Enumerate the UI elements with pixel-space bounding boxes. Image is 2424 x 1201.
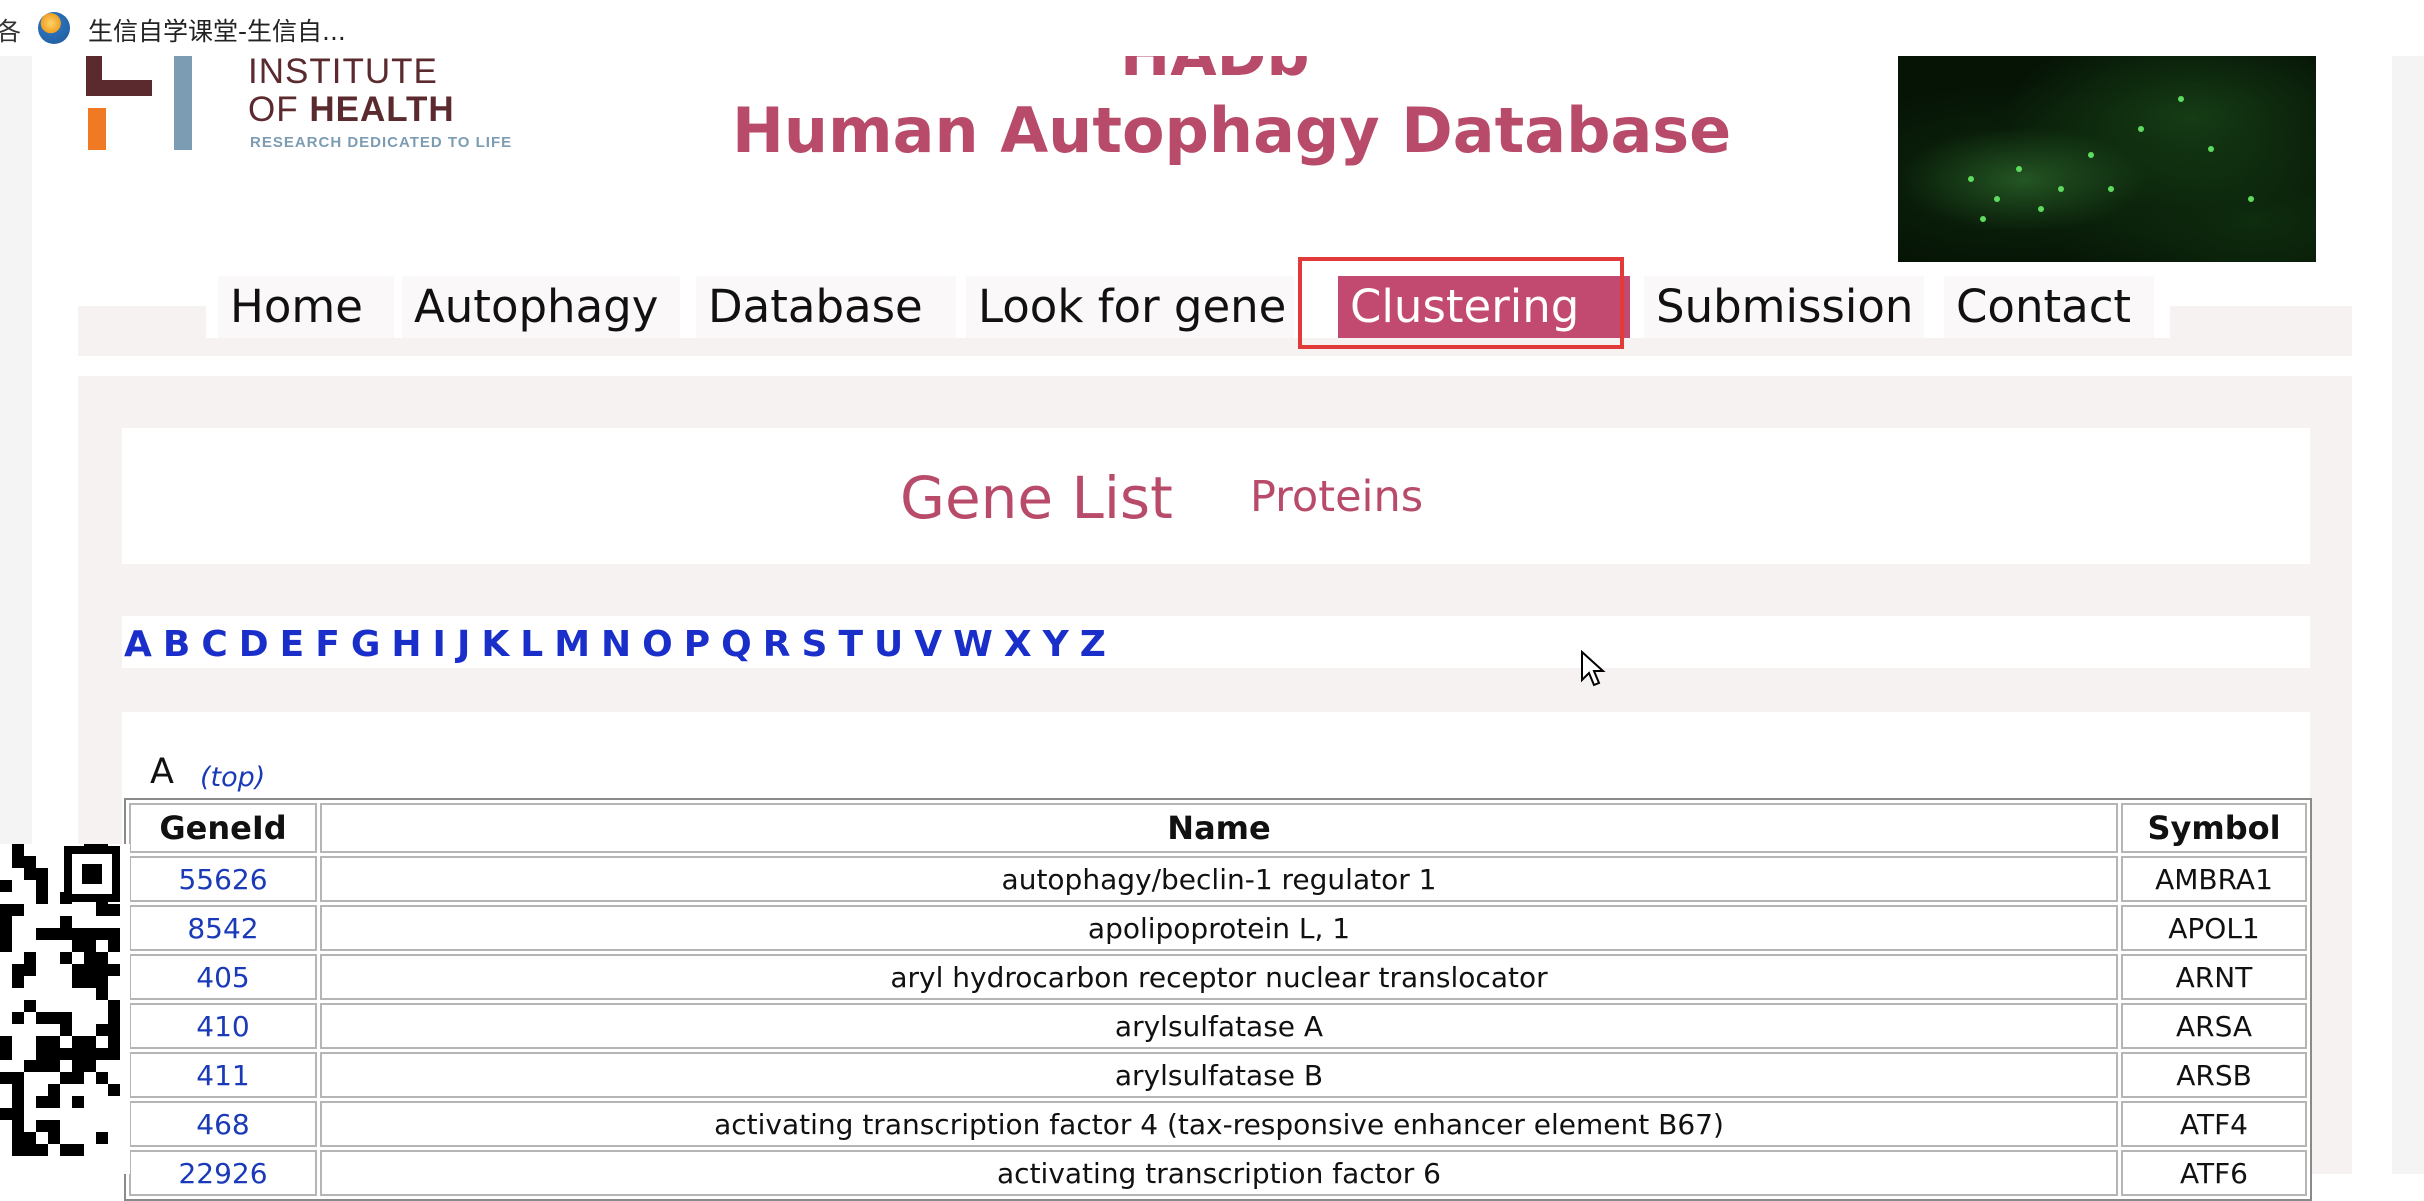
alphabet-link[interactable]: T xyxy=(838,624,863,665)
bookmarks-bar: 各 生信自学课堂-生信自... xyxy=(0,0,2424,57)
alphabet-link[interactable]: B xyxy=(163,624,190,665)
table-row: 410 arylsulfatase A ARSA xyxy=(129,1003,2307,1049)
gene-name: arylsulfatase B xyxy=(320,1052,2118,1098)
alphabet-index: ABCDEFGHIJKLMNOPQRSTUVWXYZ xyxy=(124,620,1117,668)
mouse-cursor-icon xyxy=(1581,650,1606,687)
alphabet-link[interactable]: C xyxy=(201,624,227,665)
alphabet-link[interactable]: W xyxy=(953,624,993,665)
table-row: 411 arylsulfatase B ARSB xyxy=(129,1052,2307,1098)
alphabet-link[interactable]: V xyxy=(914,624,942,665)
alphabet-link[interactable]: P xyxy=(684,624,710,665)
bookmark-item[interactable]: 生信自学课堂-生信自... xyxy=(88,12,346,48)
alphabet-link[interactable]: G xyxy=(351,624,381,665)
gene-name: activating transcription factor 4 (tax-r… xyxy=(320,1101,2118,1147)
nav-look-for-gene[interactable]: Look for gene xyxy=(966,276,1294,338)
logo-text-prefix: OF xyxy=(248,90,299,129)
alphabet-link[interactable]: D xyxy=(239,624,269,665)
alphabet-link[interactable]: E xyxy=(280,624,305,665)
alphabet-link[interactable]: F xyxy=(315,624,340,665)
gene-id-link[interactable]: 411 xyxy=(129,1052,317,1098)
main-nav: Home Autophagy Database Look for gene Cl… xyxy=(206,276,2170,338)
top-link[interactable]: (top) xyxy=(200,762,265,793)
logo-tagline: RESEARCH DEDICATED TO LIFE xyxy=(250,134,513,151)
nav-database[interactable]: Database xyxy=(696,276,956,338)
gene-id-link[interactable]: 410 xyxy=(129,1003,317,1049)
section-letter: A xyxy=(150,752,174,792)
table-row: 468 activating transcription factor 4 (t… xyxy=(129,1101,2307,1147)
alphabet-link[interactable]: Y xyxy=(1043,624,1069,665)
gene-table: GeneId Name Symbol 55626 autophagy/becli… xyxy=(124,798,2312,1201)
proteins-link[interactable]: Proteins xyxy=(1250,472,1423,522)
nav-contact[interactable]: Contact xyxy=(1944,276,2154,338)
alphabet-link[interactable]: M xyxy=(554,624,590,665)
alphabet-link[interactable]: Z xyxy=(1080,624,1106,665)
annotation-highlight-box xyxy=(1298,257,1624,349)
gene-symbol: ATF6 xyxy=(2121,1150,2307,1196)
table-row: 405 aryl hydrocarbon receptor nuclear tr… xyxy=(129,954,2307,1000)
logo-text-line2: OF HEALTH xyxy=(248,90,455,130)
gene-symbol: ARSA xyxy=(2121,1003,2307,1049)
gene-name: apolipoprotein L, 1 xyxy=(320,905,2118,951)
gene-id-link[interactable]: 22926 xyxy=(129,1150,317,1196)
logo-mark xyxy=(174,56,192,150)
table-header-row: GeneId Name Symbol xyxy=(129,803,2307,853)
alphabet-link[interactable]: O xyxy=(642,624,673,665)
gene-name: arylsulfatase A xyxy=(320,1003,2118,1049)
alphabet-link[interactable]: Q xyxy=(721,624,752,665)
alphabet-link[interactable]: K xyxy=(481,624,509,665)
gene-symbol: ARSB xyxy=(2121,1052,2307,1098)
page-title: Gene List xyxy=(900,464,1173,532)
logo-mark xyxy=(86,80,152,96)
microscopy-image xyxy=(1898,56,2316,262)
bookmark-fragment[interactable]: 各 xyxy=(0,12,21,48)
header-symbol[interactable]: Symbol xyxy=(2121,803,2307,853)
logo-mark xyxy=(88,108,106,150)
gene-id-link[interactable]: 55626 xyxy=(129,856,317,902)
gene-id-link[interactable]: 8542 xyxy=(129,905,317,951)
header-name[interactable]: Name xyxy=(320,803,2118,853)
table-row: 22926 activating transcription factor 6 … xyxy=(129,1150,2307,1196)
header-geneid[interactable]: GeneId xyxy=(129,803,317,853)
qr-code-icon xyxy=(0,844,130,1174)
logo-text-bold: HEALTH xyxy=(309,90,455,129)
logo-text-line1: INSTITUTE xyxy=(248,52,438,91)
globe-icon[interactable] xyxy=(38,12,70,44)
nav-submission[interactable]: Submission xyxy=(1644,276,1924,338)
alphabet-link[interactable]: I xyxy=(433,624,446,665)
alphabet-link[interactable]: J xyxy=(457,624,470,665)
gene-name: aryl hydrocarbon receptor nuclear transl… xyxy=(320,954,2118,1000)
alphabet-link[interactable]: A xyxy=(124,624,152,665)
alphabet-link[interactable]: U xyxy=(874,624,903,665)
page-margin-right xyxy=(2390,56,2424,1174)
gene-name: activating transcription factor 6 xyxy=(320,1150,2118,1196)
table-row: 55626 autophagy/beclin-1 regulator 1 AMB… xyxy=(129,856,2307,902)
gene-id-link[interactable]: 468 xyxy=(129,1101,317,1147)
nav-autophagy[interactable]: Autophagy xyxy=(402,276,680,338)
gene-symbol: ATF4 xyxy=(2121,1101,2307,1147)
gene-list-header-panel xyxy=(122,428,2310,564)
alphabet-link[interactable]: N xyxy=(601,624,631,665)
alphabet-link[interactable]: X xyxy=(1004,624,1032,665)
alphabet-link[interactable]: H xyxy=(391,624,421,665)
gene-symbol: APOL1 xyxy=(2121,905,2307,951)
gene-symbol: ARNT xyxy=(2121,954,2307,1000)
site-title: Human Autophagy Database xyxy=(732,94,1732,167)
alphabet-link[interactable]: S xyxy=(802,624,828,665)
nav-home[interactable]: Home xyxy=(218,276,394,338)
gene-id-link[interactable]: 405 xyxy=(129,954,317,1000)
table-row: 8542 apolipoprotein L, 1 APOL1 xyxy=(129,905,2307,951)
alphabet-link[interactable]: L xyxy=(520,624,543,665)
alphabet-link[interactable]: R xyxy=(763,624,791,665)
gene-symbol: AMBRA1 xyxy=(2121,856,2307,902)
gene-name: autophagy/beclin-1 regulator 1 xyxy=(320,856,2118,902)
